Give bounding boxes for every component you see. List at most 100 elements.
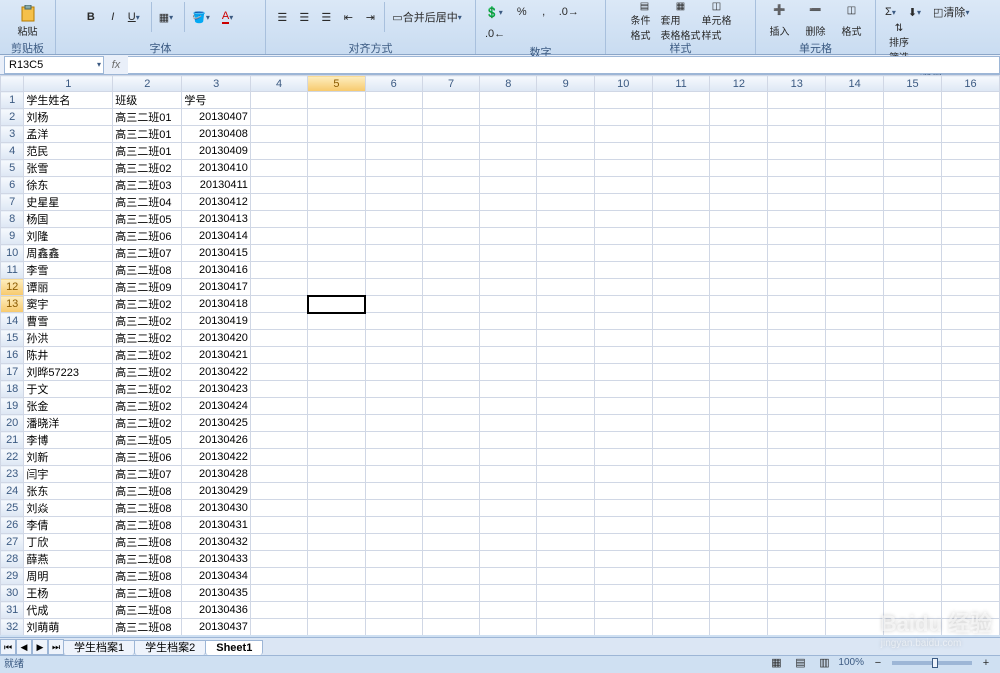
cell[interactable] bbox=[365, 568, 422, 585]
cell[interactable] bbox=[884, 347, 942, 364]
cell[interactable]: 20130429 bbox=[182, 483, 251, 500]
cell[interactable] bbox=[941, 160, 999, 177]
row-header[interactable]: 26 bbox=[1, 517, 24, 534]
cell[interactable] bbox=[308, 245, 365, 262]
cell[interactable] bbox=[652, 381, 710, 398]
cell[interactable] bbox=[537, 296, 594, 313]
cell[interactable] bbox=[480, 211, 537, 228]
cell[interactable] bbox=[652, 143, 710, 160]
cell[interactable]: 刘新 bbox=[24, 449, 113, 466]
cell[interactable]: 20130436 bbox=[182, 602, 251, 619]
cell[interactable] bbox=[594, 585, 652, 602]
cell[interactable] bbox=[710, 279, 768, 296]
font-color-button[interactable]: A▾ bbox=[219, 7, 240, 27]
column-header[interactable]: 1 bbox=[24, 76, 113, 92]
cell[interactable]: 高三二班04 bbox=[113, 194, 182, 211]
cell[interactable] bbox=[768, 551, 826, 568]
cell[interactable] bbox=[884, 517, 942, 534]
cell[interactable] bbox=[652, 279, 710, 296]
cell[interactable] bbox=[537, 330, 594, 347]
cell[interactable] bbox=[250, 500, 307, 517]
cell[interactable] bbox=[250, 568, 307, 585]
cell[interactable] bbox=[594, 160, 652, 177]
cell[interactable] bbox=[710, 211, 768, 228]
cell[interactable]: 高三二班05 bbox=[113, 211, 182, 228]
cell[interactable] bbox=[826, 466, 884, 483]
cell[interactable] bbox=[250, 160, 307, 177]
cell[interactable] bbox=[768, 109, 826, 126]
cell[interactable] bbox=[594, 551, 652, 568]
cell[interactable] bbox=[652, 245, 710, 262]
cell[interactable] bbox=[884, 466, 942, 483]
cell[interactable] bbox=[480, 330, 537, 347]
cell[interactable] bbox=[250, 228, 307, 245]
cell[interactable]: 高三二班01 bbox=[113, 126, 182, 143]
cell[interactable] bbox=[710, 330, 768, 347]
cell[interactable] bbox=[884, 262, 942, 279]
cell[interactable] bbox=[768, 228, 826, 245]
cell[interactable] bbox=[652, 364, 710, 381]
cell[interactable] bbox=[710, 126, 768, 143]
cell[interactable] bbox=[365, 585, 422, 602]
conditional-format-button[interactable]: ▤条件格式 bbox=[628, 2, 662, 40]
cell[interactable]: 20130428 bbox=[182, 466, 251, 483]
cell[interactable]: 学生姓名 bbox=[24, 92, 113, 109]
cell[interactable] bbox=[941, 466, 999, 483]
cell[interactable] bbox=[308, 313, 365, 330]
insert-cells-button[interactable]: ➕插入 bbox=[763, 2, 797, 40]
cell[interactable] bbox=[710, 619, 768, 636]
cell[interactable] bbox=[365, 245, 422, 262]
cell[interactable] bbox=[308, 177, 365, 194]
column-header[interactable]: 6 bbox=[365, 76, 422, 92]
cell[interactable]: 20130425 bbox=[182, 415, 251, 432]
cell[interactable] bbox=[826, 92, 884, 109]
cell[interactable] bbox=[710, 415, 768, 432]
cell[interactable] bbox=[365, 619, 422, 636]
cell[interactable] bbox=[884, 500, 942, 517]
cell[interactable] bbox=[826, 398, 884, 415]
cell[interactable] bbox=[594, 211, 652, 228]
cell[interactable]: 20130408 bbox=[182, 126, 251, 143]
cell[interactable] bbox=[422, 194, 479, 211]
cell[interactable] bbox=[250, 211, 307, 228]
cell[interactable] bbox=[652, 500, 710, 517]
tab-nav-next[interactable]: ▶ bbox=[32, 639, 48, 655]
italic-button[interactable]: I bbox=[103, 7, 123, 27]
cell[interactable] bbox=[308, 432, 365, 449]
cell[interactable]: 高三二班07 bbox=[113, 466, 182, 483]
cell[interactable] bbox=[652, 619, 710, 636]
cell[interactable] bbox=[594, 126, 652, 143]
cell[interactable] bbox=[768, 330, 826, 347]
cell[interactable] bbox=[422, 398, 479, 415]
cell[interactable] bbox=[537, 602, 594, 619]
row-header[interactable]: 20 bbox=[1, 415, 24, 432]
cell[interactable]: 徐东 bbox=[24, 177, 113, 194]
cell[interactable] bbox=[250, 92, 307, 109]
cell[interactable] bbox=[884, 211, 942, 228]
cell[interactable] bbox=[710, 160, 768, 177]
cell[interactable] bbox=[365, 432, 422, 449]
cell[interactable] bbox=[365, 109, 422, 126]
row-header[interactable]: 28 bbox=[1, 551, 24, 568]
cell[interactable] bbox=[941, 347, 999, 364]
cell[interactable] bbox=[480, 262, 537, 279]
delete-cells-button[interactable]: ➖删除 bbox=[799, 2, 833, 40]
cell[interactable] bbox=[652, 483, 710, 500]
cell[interactable] bbox=[365, 92, 422, 109]
cell[interactable]: 高三二班08 bbox=[113, 483, 182, 500]
cell[interactable] bbox=[768, 602, 826, 619]
cell[interactable] bbox=[308, 551, 365, 568]
cell[interactable] bbox=[250, 602, 307, 619]
cell[interactable] bbox=[594, 432, 652, 449]
cell[interactable]: 张金 bbox=[24, 398, 113, 415]
cell[interactable] bbox=[826, 534, 884, 551]
cell[interactable] bbox=[594, 483, 652, 500]
row-header[interactable]: 12 bbox=[1, 279, 24, 296]
cell[interactable] bbox=[480, 398, 537, 415]
cell[interactable] bbox=[422, 143, 479, 160]
cell[interactable] bbox=[480, 415, 537, 432]
paste-button[interactable]: 粘贴 bbox=[11, 2, 45, 40]
cell[interactable] bbox=[480, 194, 537, 211]
name-box[interactable]: R13C5 ▾ bbox=[4, 56, 104, 74]
fill-button[interactable]: ⬇▾ bbox=[905, 2, 928, 22]
